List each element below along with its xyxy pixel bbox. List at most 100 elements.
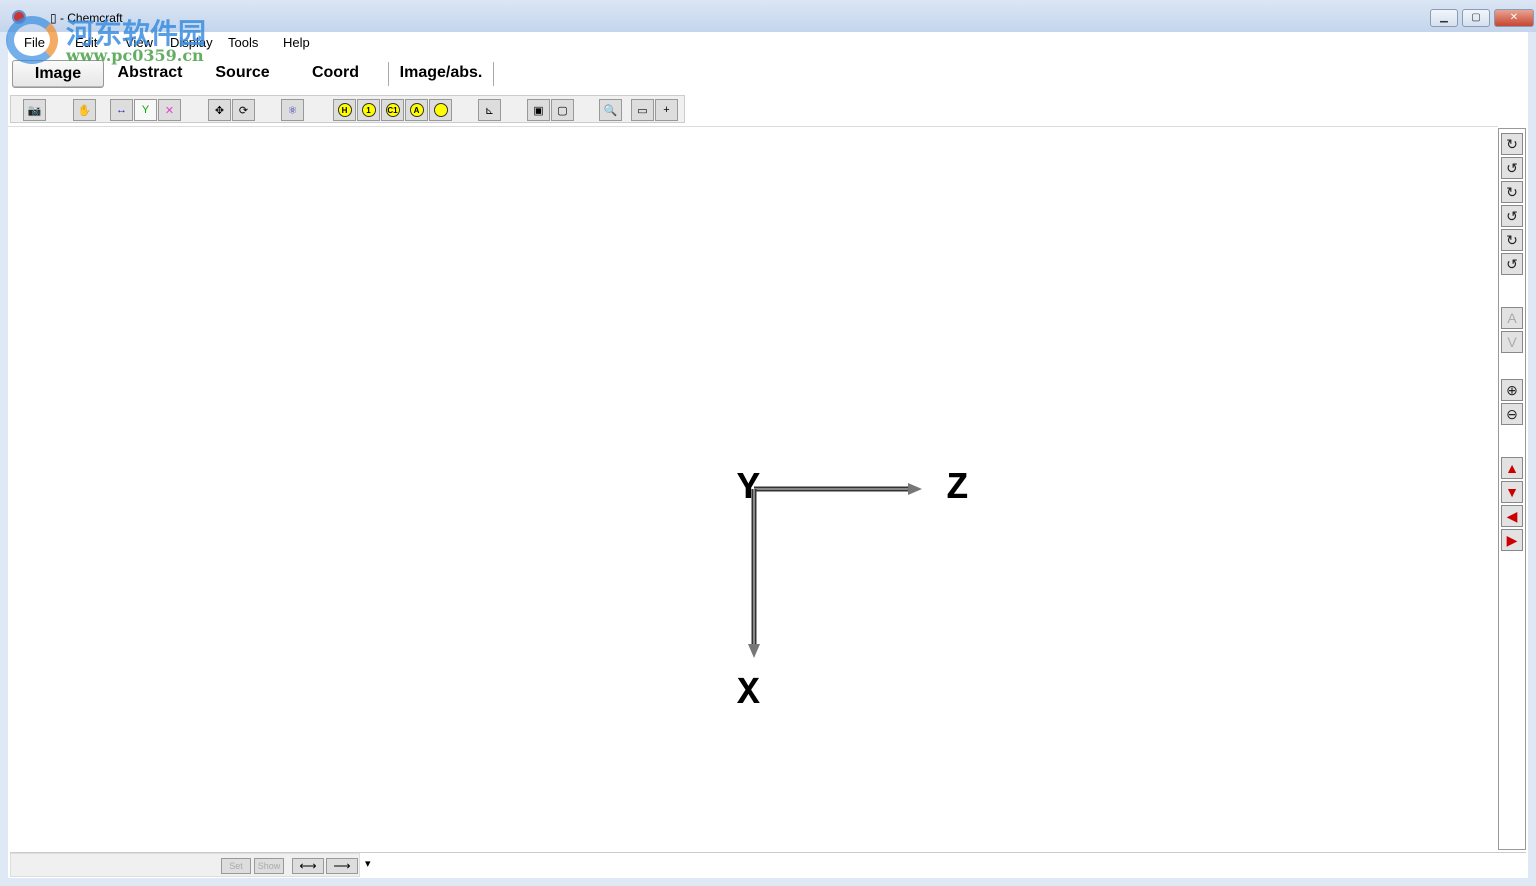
dihedral-icon: ✕ xyxy=(164,104,175,117)
maximize-button[interactable]: ▢ xyxy=(1462,9,1490,27)
atom-label-icon: H xyxy=(337,103,352,117)
atom-ball-icon xyxy=(433,103,448,117)
tab-image-abs[interactable]: Image/abs. xyxy=(395,60,487,88)
rotate-cw-icon: ↻ xyxy=(1506,136,1518,152)
tab-coord[interactable]: Coord xyxy=(289,60,382,88)
show-button[interactable]: Show xyxy=(254,858,284,874)
title-bar: ▯ - Chemcraft ▁ ▢ ✕ xyxy=(0,0,1536,32)
add-atom-button[interactable]: + xyxy=(655,99,678,121)
cube-icon: ▣ xyxy=(533,104,544,117)
rotate-cw-icon: ↻ xyxy=(1506,184,1518,200)
rotate-ccw-icon: ↺ xyxy=(1506,256,1518,272)
tab-separator xyxy=(493,62,494,86)
rotate-ccw-icon: ↺ xyxy=(1506,160,1518,176)
menu-view[interactable]: View xyxy=(125,32,170,54)
zoom-in-icon: ⊕ xyxy=(1506,382,1518,398)
arrow-left-icon: ◀ xyxy=(1506,508,1518,524)
menu-bar: File Edit View Display Tools Help xyxy=(8,32,1528,54)
angle-button[interactable]: Y xyxy=(134,99,157,121)
menu-tools[interactable]: Tools xyxy=(228,32,283,54)
camera-button[interactable]: 📷 xyxy=(23,99,46,121)
toolbar-dropdown[interactable]: ▾ xyxy=(365,857,371,870)
y-axis-label: Y xyxy=(737,467,760,510)
flip-down-button[interactable]: V xyxy=(1501,331,1523,353)
square-icon: ▢ xyxy=(557,104,568,117)
label-symbol-number-button[interactable]: C1 xyxy=(381,99,404,121)
molecule-canvas[interactable]: Y Z X xyxy=(8,126,1498,848)
view-tabs: Image Abstract Source Coord Image/abs. xyxy=(12,60,500,88)
z-axis-arrowhead xyxy=(908,483,922,495)
rotate-y-cw-button[interactable]: ↻ xyxy=(1501,181,1523,203)
rotate-z-cw-button[interactable]: ↻ xyxy=(1501,229,1523,251)
box-2d-button[interactable]: ▢ xyxy=(551,99,574,121)
menu-help[interactable]: Help xyxy=(283,32,323,54)
axes-button[interactable]: ⊾ xyxy=(478,99,501,121)
view-mode-button[interactable]: ▭ xyxy=(631,99,654,121)
flip-down-icon: V xyxy=(1507,334,1517,350)
arrow-down-icon: ▼ xyxy=(1505,484,1519,500)
flip-up-icon: A xyxy=(1507,310,1517,326)
atom-a-icon: A xyxy=(409,103,424,117)
menu-file[interactable]: File xyxy=(24,32,75,54)
tab-source[interactable]: Source xyxy=(196,60,289,88)
window-title: ▯ - Chemcraft xyxy=(50,11,123,25)
tab-image[interactable]: Image xyxy=(12,60,104,88)
move-up-button[interactable]: ▲ xyxy=(1501,457,1523,479)
rotate-z-ccw-button[interactable]: ↺ xyxy=(1501,253,1523,275)
atom-symbol-icon: C1 xyxy=(385,103,400,117)
magnifier-icon: 🔍 xyxy=(603,104,618,117)
label-none-button[interactable] xyxy=(429,99,452,121)
axes-icon: ⊾ xyxy=(484,104,495,117)
tab-abstract[interactable]: Abstract xyxy=(104,60,196,88)
move-icon: ✥ xyxy=(214,104,225,117)
camera-icon: 📷 xyxy=(27,104,42,117)
rotate-x-cw-button[interactable]: ↻ xyxy=(1501,133,1523,155)
move-right-button[interactable]: ▶ xyxy=(1501,529,1523,551)
box-3d-button[interactable]: ▣ xyxy=(527,99,550,121)
rotate-icon: ⟳ xyxy=(238,104,249,117)
bottom-toolbar: Set Show ⟷ ⟶ ▾ xyxy=(10,852,1526,877)
close-button[interactable]: ✕ xyxy=(1494,9,1534,27)
x-axis-label: X xyxy=(737,672,760,715)
rotate-ccw-icon: ↺ xyxy=(1506,208,1518,224)
zoom-out-icon: ⊖ xyxy=(1506,406,1518,422)
minimize-button[interactable]: ▁ xyxy=(1430,9,1458,27)
hand-icon: ✋ xyxy=(77,104,92,117)
label-number-button[interactable]: 1 xyxy=(357,99,380,121)
search-button[interactable]: 🔍 xyxy=(599,99,622,121)
move-left-button[interactable]: ◀ xyxy=(1501,505,1523,527)
label-h-button[interactable]: H xyxy=(333,99,356,121)
app-icon xyxy=(12,10,26,24)
add-icon: + xyxy=(663,104,670,116)
view-control-bar: ↻ ↺ ↻ ↺ ↻ ↺ A V ⊕ ⊖ ▲ ▼ ◀ ▶ xyxy=(1498,128,1526,850)
z-axis-label: Z xyxy=(946,467,969,510)
flip-up-button[interactable]: A xyxy=(1501,307,1523,329)
select-hand-button[interactable]: ✋ xyxy=(73,99,96,121)
move-down-button[interactable]: ▼ xyxy=(1501,481,1523,503)
zoom-in-button[interactable]: ⊕ xyxy=(1501,379,1523,401)
arrow-right-icon: ▶ xyxy=(1506,532,1518,548)
orbital-button[interactable]: ⚛ xyxy=(281,99,304,121)
label-a-button[interactable]: A xyxy=(405,99,428,121)
bond-double-arrow-icon: ⟷ xyxy=(299,859,317,873)
bond-both-button[interactable]: ⟷ xyxy=(292,858,324,874)
atom-number-icon: 1 xyxy=(361,103,376,117)
angle-icon: Y xyxy=(141,104,150,116)
dihedral-button[interactable]: ✕ xyxy=(158,99,181,121)
bond-stretch-button[interactable]: ↔ xyxy=(110,99,133,121)
rotate-y-ccw-button[interactable]: ↺ xyxy=(1501,205,1523,227)
tab-separator xyxy=(388,62,389,86)
rotate-x-ccw-button[interactable]: ↺ xyxy=(1501,157,1523,179)
rotate-button[interactable]: ⟳ xyxy=(232,99,255,121)
translate-button[interactable]: ✥ xyxy=(208,99,231,121)
bond-arrow-icon: ⟶ xyxy=(333,859,351,873)
menu-display[interactable]: Display xyxy=(170,32,228,54)
toolbar: 📷 ✋ ↔ Y ✕ ✥ ⟳ ⚛ H 1 C1 A ⊾ ▣ ▢ 🔍 ▭ + xyxy=(10,95,685,123)
zoom-out-button[interactable]: ⊖ xyxy=(1501,403,1523,425)
menu-edit[interactable]: Edit xyxy=(75,32,125,54)
rotate-cw-icon: ↻ xyxy=(1506,232,1518,248)
bond-toolbar: Set Show ⟷ ⟶ xyxy=(10,853,360,877)
orbital-icon: ⚛ xyxy=(287,104,298,117)
bond-single-button[interactable]: ⟶ xyxy=(326,858,358,874)
set-button[interactable]: Set xyxy=(221,858,251,874)
